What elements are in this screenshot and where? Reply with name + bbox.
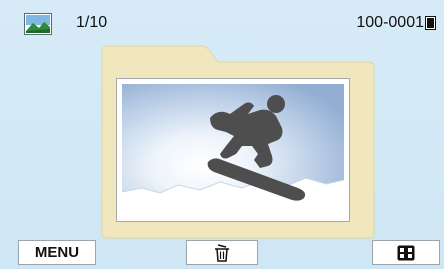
photo-card[interactable] [116,78,350,222]
landscape-photo-icon [24,13,52,35]
playback-screen: 1/10 100-0001 MENU [0,0,444,269]
menu-button[interactable]: MENU [18,240,96,265]
memory-card-icon [425,16,436,30]
file-number: 100-0001 [356,14,424,31]
snowboarder-silhouette-image [122,84,344,216]
image-counter: 1/10 [76,14,108,31]
thumbnail-view-icon [397,245,415,260]
thumbnail-view-button[interactable] [372,240,440,265]
trash-icon [215,243,229,262]
delete-button[interactable] [186,240,258,265]
